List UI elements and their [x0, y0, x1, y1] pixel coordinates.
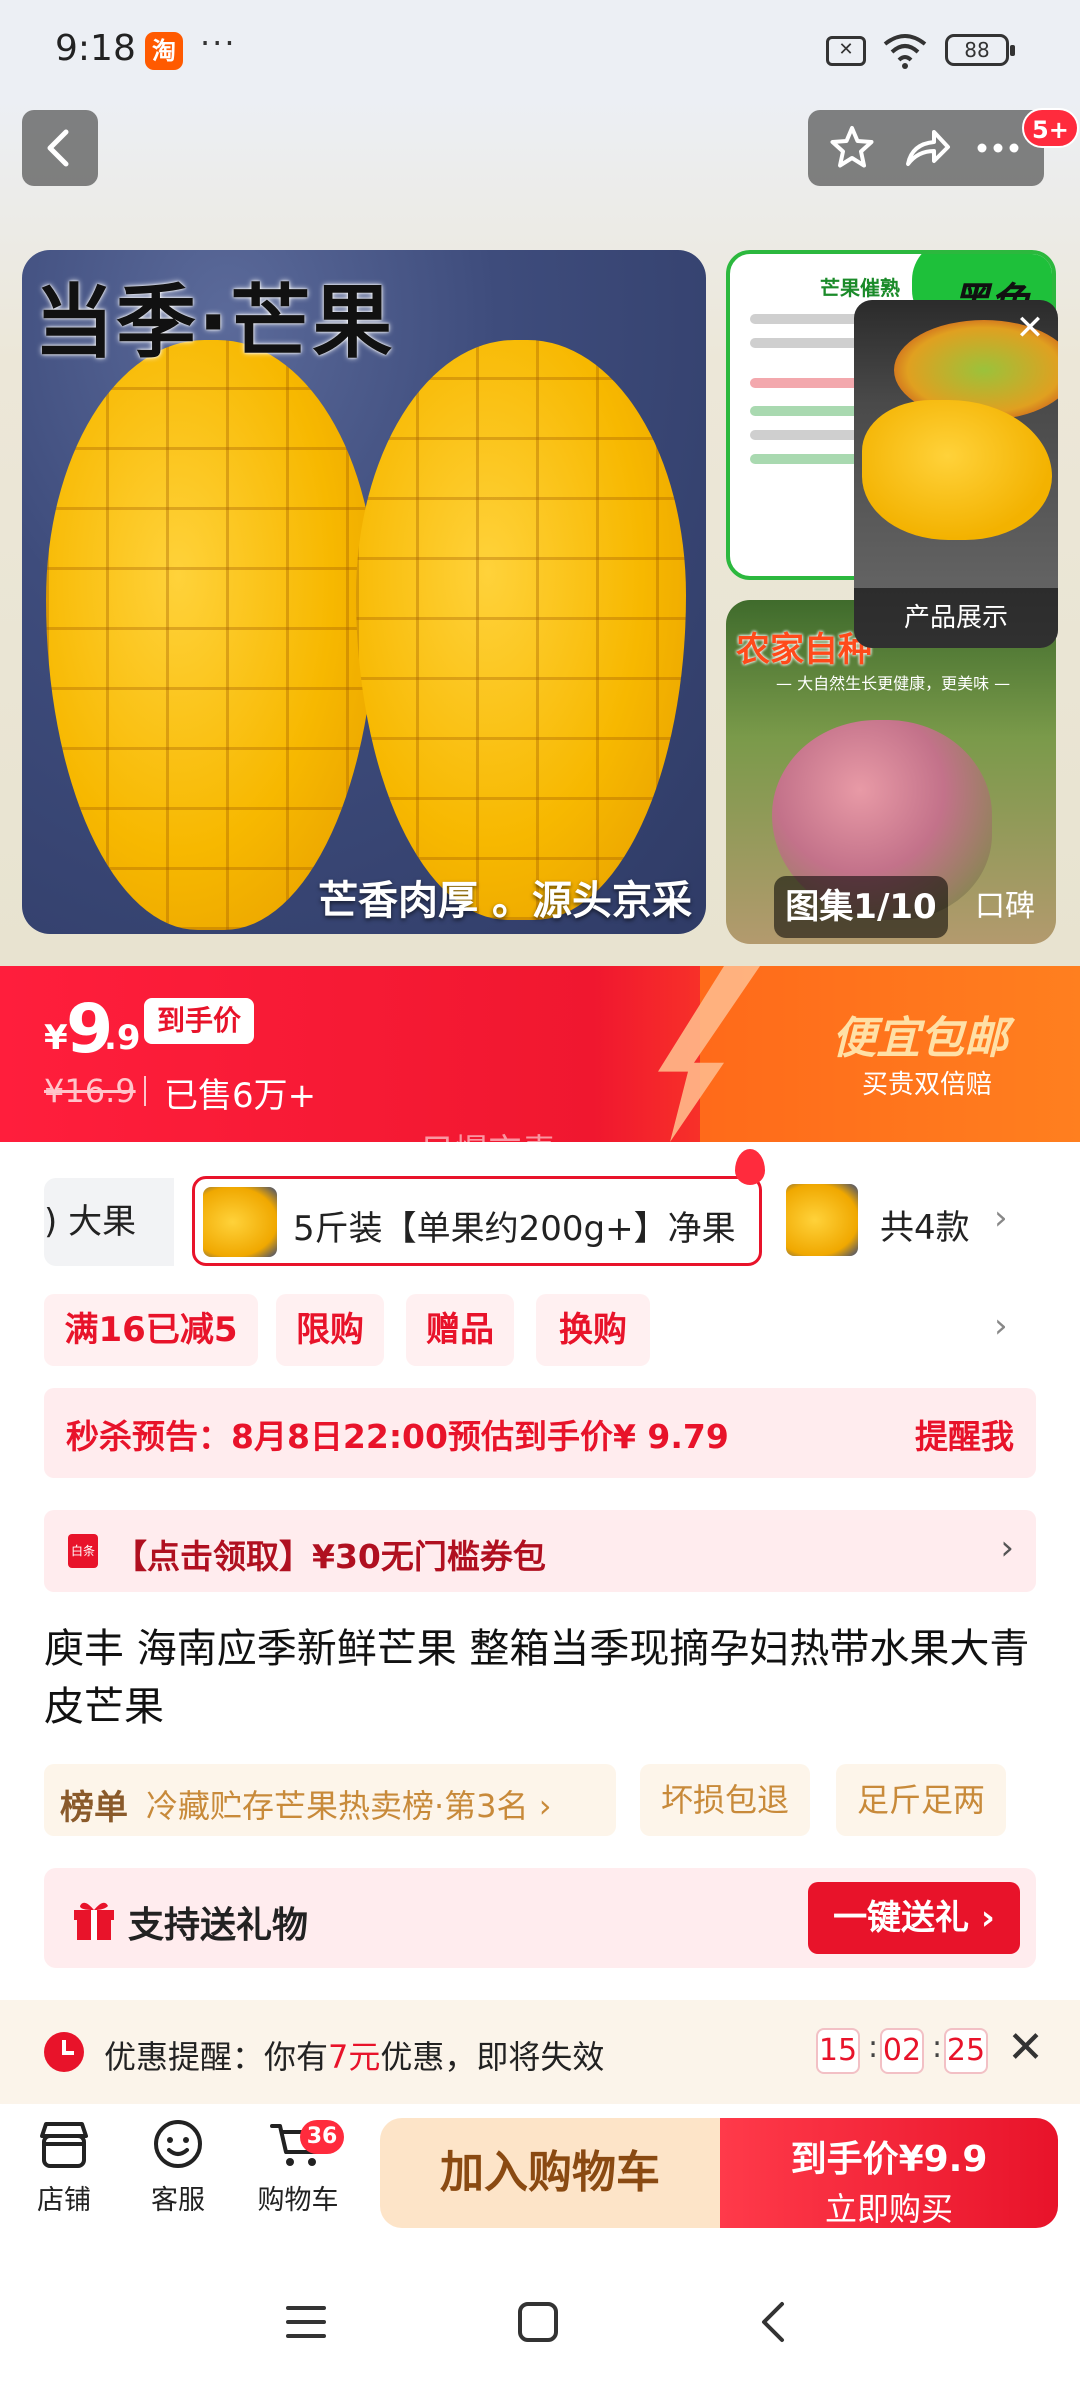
chevron-right-icon[interactable]: › [994, 1306, 1008, 1346]
ranking-text: 冷藏贮存芒果热卖榜·第3名 › [146, 1787, 552, 1825]
close-icon[interactable]: ✕ [1007, 2022, 1044, 2073]
shop-button[interactable]: 店铺 [14, 2118, 114, 2217]
main-image-caption: 芒香肉厚 。源头京采 [318, 878, 692, 924]
clock-icon [44, 2032, 84, 2072]
countdown-seconds: 25 [944, 2028, 988, 2074]
chevron-right-icon: › [1000, 1528, 1014, 1568]
discount-reminder: 优惠提醒：你有7元优惠，即将失效 15 : 02 : 25 ✕ [0, 2000, 1080, 2104]
top-action-bar [808, 110, 1044, 186]
countdown-hours: 15 [816, 2028, 860, 2074]
chat-face-icon [154, 2120, 202, 2168]
sold-count: 已售6万+ [164, 1076, 317, 1116]
menu-icon[interactable] [284, 2300, 328, 2344]
service-tag-weight[interactable]: 足斤足两 [836, 1764, 1006, 1836]
countdown-minutes: 02 [880, 2028, 924, 2074]
system-nav-bar [0, 2244, 1080, 2400]
sku-option-prev[interactable]: ) 大果 [44, 1178, 174, 1266]
flash-sale-notice[interactable]: 秒杀预告：8月8日22:00预估到手价¥ 9.79 提醒我 [44, 1388, 1036, 1478]
sku-thumbnail [203, 1187, 277, 1257]
thumb-bottom-title: 农家自种 [736, 630, 872, 670]
price-currency: ¥ [44, 1018, 68, 1058]
sku-option-label: 5斤装【单果约200g+】净果 [293, 1209, 736, 1249]
review-tab[interactable]: 口碑 [960, 876, 1050, 938]
back-icon[interactable] [752, 2300, 796, 2344]
shop-icon [40, 2122, 88, 2168]
sku-total-count[interactable]: 共4款 [880, 1200, 970, 1249]
gift-support-bar: 支持送礼物 一键送礼 › [44, 1868, 1036, 1968]
share-icon[interactable] [898, 120, 954, 176]
thumb-bottom-sub: — 大自然生长更健康，更美味 — [776, 674, 1011, 693]
video-preview-popup[interactable]: ✕ 产品展示 [854, 300, 1058, 648]
price-decimal: .9 [104, 1018, 141, 1058]
reminder-text: 优惠提醒：你有7元优惠，即将失效 [104, 2038, 605, 2076]
sim-off-icon: ✕ [826, 36, 866, 66]
gallery-counter-tab[interactable]: 图集1/10 [774, 876, 948, 938]
back-arrow-icon [47, 129, 69, 167]
home-icon[interactable] [516, 2300, 560, 2344]
buy-now-button[interactable]: 到手价¥9.9 立即购买 [720, 2118, 1058, 2228]
main-product-image[interactable]: 当季·芒果 芒香肉厚 。源头京采 [22, 250, 706, 934]
gift-text: 支持送礼物 [128, 1905, 309, 1946]
service-tag-damage[interactable]: 坏损包退 [640, 1764, 810, 1836]
promo-tag-gift[interactable]: 赠品 [406, 1294, 514, 1366]
wifi-icon [883, 34, 927, 69]
promo-title: 便宜包邮 [832, 1013, 1008, 1064]
coupon-icon: 白条 [68, 1534, 98, 1568]
send-gift-button[interactable]: 一键送礼 › [808, 1882, 1020, 1954]
main-image-title: 当季·芒果 [34, 276, 395, 369]
coupon-bar[interactable]: 白条 【点击领取】¥30无门槛券包 › [44, 1510, 1036, 1592]
watermark-text: 只爆京青 [420, 1132, 556, 1172]
remind-me-button[interactable]: 提醒我 [915, 1410, 1014, 1458]
status-bar: 9:18 淘 ··· ✕ 88 [0, 0, 1080, 100]
mango-half-left [46, 340, 376, 930]
cart-count-badge: 36 [300, 2120, 344, 2154]
coupon-text: 【点击领取】¥30无门槛券包 [114, 1537, 546, 1576]
ranking-badge[interactable]: 榜单 冷藏贮存芒果热卖榜·第3名 › [44, 1764, 616, 1836]
back-button[interactable] [22, 110, 98, 186]
final-price-tag: 到手价 [144, 998, 254, 1044]
sku-option-selected[interactable]: 5斤装【单果约200g+】净果 [192, 1149, 765, 1266]
status-more-icon: ··· [200, 24, 237, 62]
sku-thumbnail-next[interactable] [786, 1184, 858, 1256]
hot-flame-icon [735, 1149, 765, 1185]
video-label: 产品展示 [854, 588, 1058, 648]
thumb-top-title: 芒果催熟 [820, 276, 900, 300]
promo-tag-limit[interactable]: 限购 [276, 1294, 384, 1366]
product-detail-page: 9:18 淘 ··· ✕ 88 5+ 当季·芒果 芒香肉厚 。源头京采 芒果催熟… [0, 0, 1080, 2400]
gift-icon [74, 1902, 114, 1940]
divider [144, 1076, 146, 1106]
buy-now-price: 到手价¥9.9 [790, 2139, 988, 2180]
chevron-right-icon[interactable]: › [994, 1198, 1008, 1238]
buy-now-label: 立即购买 [824, 2190, 953, 2228]
more-dots-icon[interactable] [970, 120, 1026, 176]
close-icon[interactable]: ✕ [1012, 310, 1048, 346]
add-to-cart-button[interactable]: 加入购物车 [380, 2118, 720, 2228]
original-price: ¥16.9 [44, 1072, 136, 1110]
product-title: 庾丰 海南应季新鲜芒果 整箱当季现摘孕妇热带水果大青 皮芒果 [44, 1626, 1030, 1730]
mango-half-right [356, 340, 686, 920]
battery-icon: 88 [945, 34, 1015, 66]
promo-tag-discount[interactable]: 满16已减5 [44, 1294, 258, 1366]
status-time: 9:18 [55, 28, 136, 69]
taobao-app-icon: 淘 [145, 32, 183, 70]
ranking-label: 榜单 [60, 1788, 128, 1828]
star-icon[interactable] [824, 120, 880, 176]
promo-subtitle: 买贵双倍赔 [862, 1070, 993, 1100]
flash-sale-text: 秒杀预告：8月8日22:00预估到手价¥ 9.79 [66, 1417, 729, 1456]
customer-service-button[interactable]: 客服 [128, 2118, 228, 2217]
message-badge: 5+ [1022, 108, 1079, 148]
promo-tag-exchange[interactable]: 换购 [536, 1294, 650, 1366]
